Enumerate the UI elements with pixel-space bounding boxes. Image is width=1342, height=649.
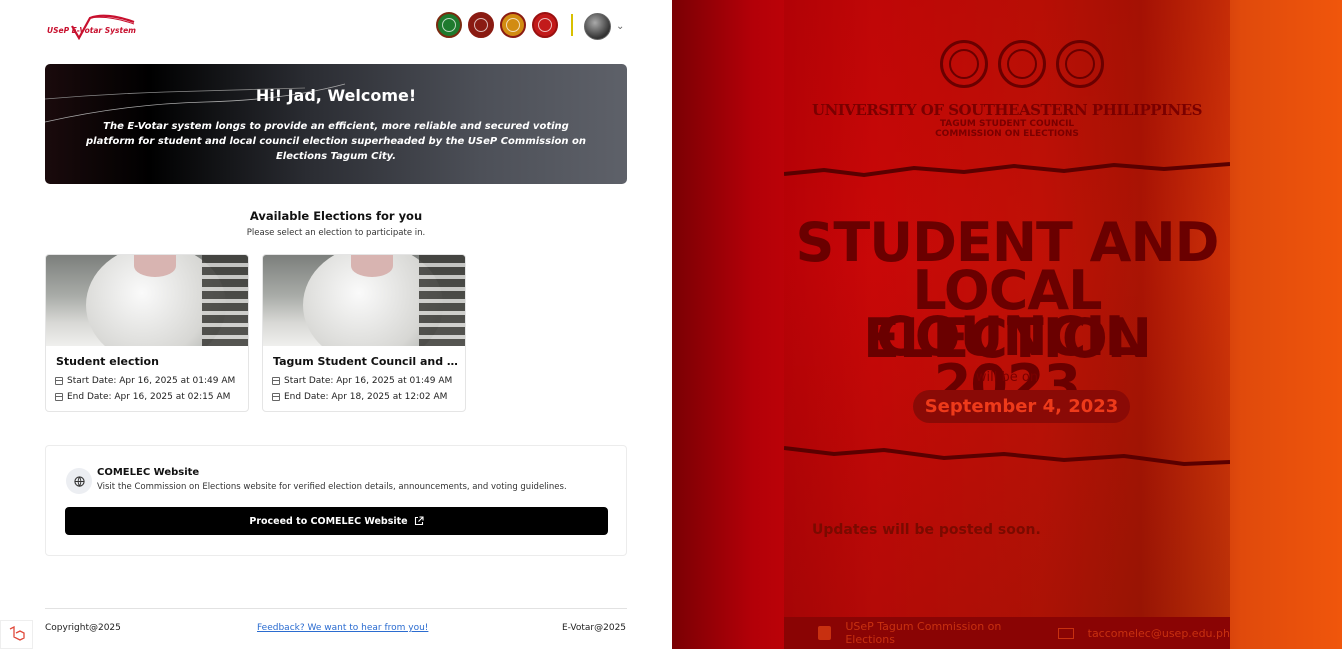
election-start-date: Start Date: Apr 16, 2025 at 01:49 AM (67, 376, 236, 386)
election-card[interactable]: Tagum Student Council and Local Council … (262, 254, 466, 412)
election-poster-panel: UNIVERSITY OF SOUTHEASTERN PHILIPPINES T… (672, 0, 1342, 649)
chevron-down-icon[interactable]: ⌄ (616, 21, 624, 32)
comelec-panel: COMELEC Website Visit the Commission on … (45, 445, 627, 556)
election-title: Tagum Student Council and Local Council (273, 355, 459, 368)
election-thumbnail (263, 255, 465, 346)
welcome-banner: Hi! Jad, Welcome! The E-Votar system lon… (45, 64, 627, 184)
poster-date: September 4, 2023 (913, 390, 1130, 423)
poster-will-be-on: will be on (975, 370, 1039, 385)
globe-icon (66, 468, 92, 494)
comelec-title: COMELEC Website (97, 467, 200, 478)
comelec-description: Visit the Commission on Elections websit… (97, 482, 567, 492)
welcome-text: The E-Votar system longs to provide an e… (86, 121, 586, 162)
footer-brand: E-Votar@2025 (562, 623, 627, 633)
mail-icon (1058, 627, 1074, 639)
header-divider (571, 14, 573, 36)
comelec-seal-icon (1056, 40, 1104, 88)
welcome-title: Hi! Jad, Welcome! (255, 86, 417, 105)
calendar-icon (55, 377, 63, 385)
poster-email: taccomelec@usep.edu.ph (1087, 626, 1230, 640)
evotar-logo[interactable]: USeP E-Votar System (46, 12, 136, 41)
usep-seal-icon (940, 40, 988, 88)
election-start-row: Start Date: Apr 16, 2025 at 01:49 AM (272, 376, 452, 386)
poster-updates: Updates will be posted soon. (812, 522, 1041, 538)
external-link-icon (414, 516, 424, 526)
student-council-seal-icon (998, 40, 1046, 88)
poster-contact-bar: USeP Tagum Commission on Elections tacco… (784, 617, 1230, 649)
elections-subheading: Please select an election to participate… (246, 228, 426, 238)
calendar-icon (272, 393, 280, 401)
election-end-row: End Date: Apr 16, 2025 at 02:15 AM (55, 392, 230, 402)
proceed-comelec-label: Proceed to COMELEC Website (249, 515, 408, 527)
institution-seals (436, 12, 558, 38)
laravel-icon[interactable] (0, 620, 33, 649)
torn-edge-bottom (784, 446, 1230, 467)
elections-heading: Available Elections for you (249, 209, 423, 223)
facebook-icon (818, 626, 832, 640)
usep-seal-icon (436, 12, 462, 38)
torn-edge-top (784, 162, 1230, 178)
comelec-seal-icon (532, 12, 558, 38)
main-panel: USeP E-Votar System ⌄ Hi! Jad, Welcome! … (0, 0, 672, 649)
logo-text: USeP E-Votar System (47, 26, 136, 35)
poster-commission: COMMISSION ON ELECTIONS (935, 129, 1079, 139)
election-end-date: End Date: Apr 16, 2025 at 02:15 AM (67, 392, 231, 402)
election-end-date: End Date: Apr 18, 2025 at 12:02 AM (284, 392, 448, 402)
footer-copyright: Copyright@2025 (45, 623, 121, 633)
footer-divider (45, 608, 627, 609)
election-start-date: Start Date: Apr 16, 2025 at 01:49 AM (284, 376, 453, 386)
election-title: Student election (56, 355, 159, 368)
poster-council: TAGUM STUDENT COUNCIL (939, 119, 1075, 129)
poster-facebook: USeP Tagum Commission on Elections (845, 620, 1002, 646)
student-council-seal-icon (468, 12, 494, 38)
election-end-row: End Date: Apr 18, 2025 at 12:02 AM (272, 392, 447, 402)
calendar-icon (272, 377, 280, 385)
proceed-comelec-button[interactable]: Proceed to COMELEC Website (65, 507, 608, 535)
feedback-link[interactable]: Feedback? We want to hear from you! (257, 623, 428, 633)
election-card[interactable]: Student election Start Date: Apr 16, 202… (45, 254, 249, 412)
college-seal-icon (500, 12, 526, 38)
election-thumbnail (46, 255, 248, 346)
calendar-icon (55, 393, 63, 401)
poster-university: UNIVERSITY OF SOUTHEASTERN PHILIPPINES (811, 101, 1203, 119)
user-avatar[interactable] (584, 13, 611, 40)
election-start-row: Start Date: Apr 16, 2025 at 01:49 AM (55, 376, 235, 386)
